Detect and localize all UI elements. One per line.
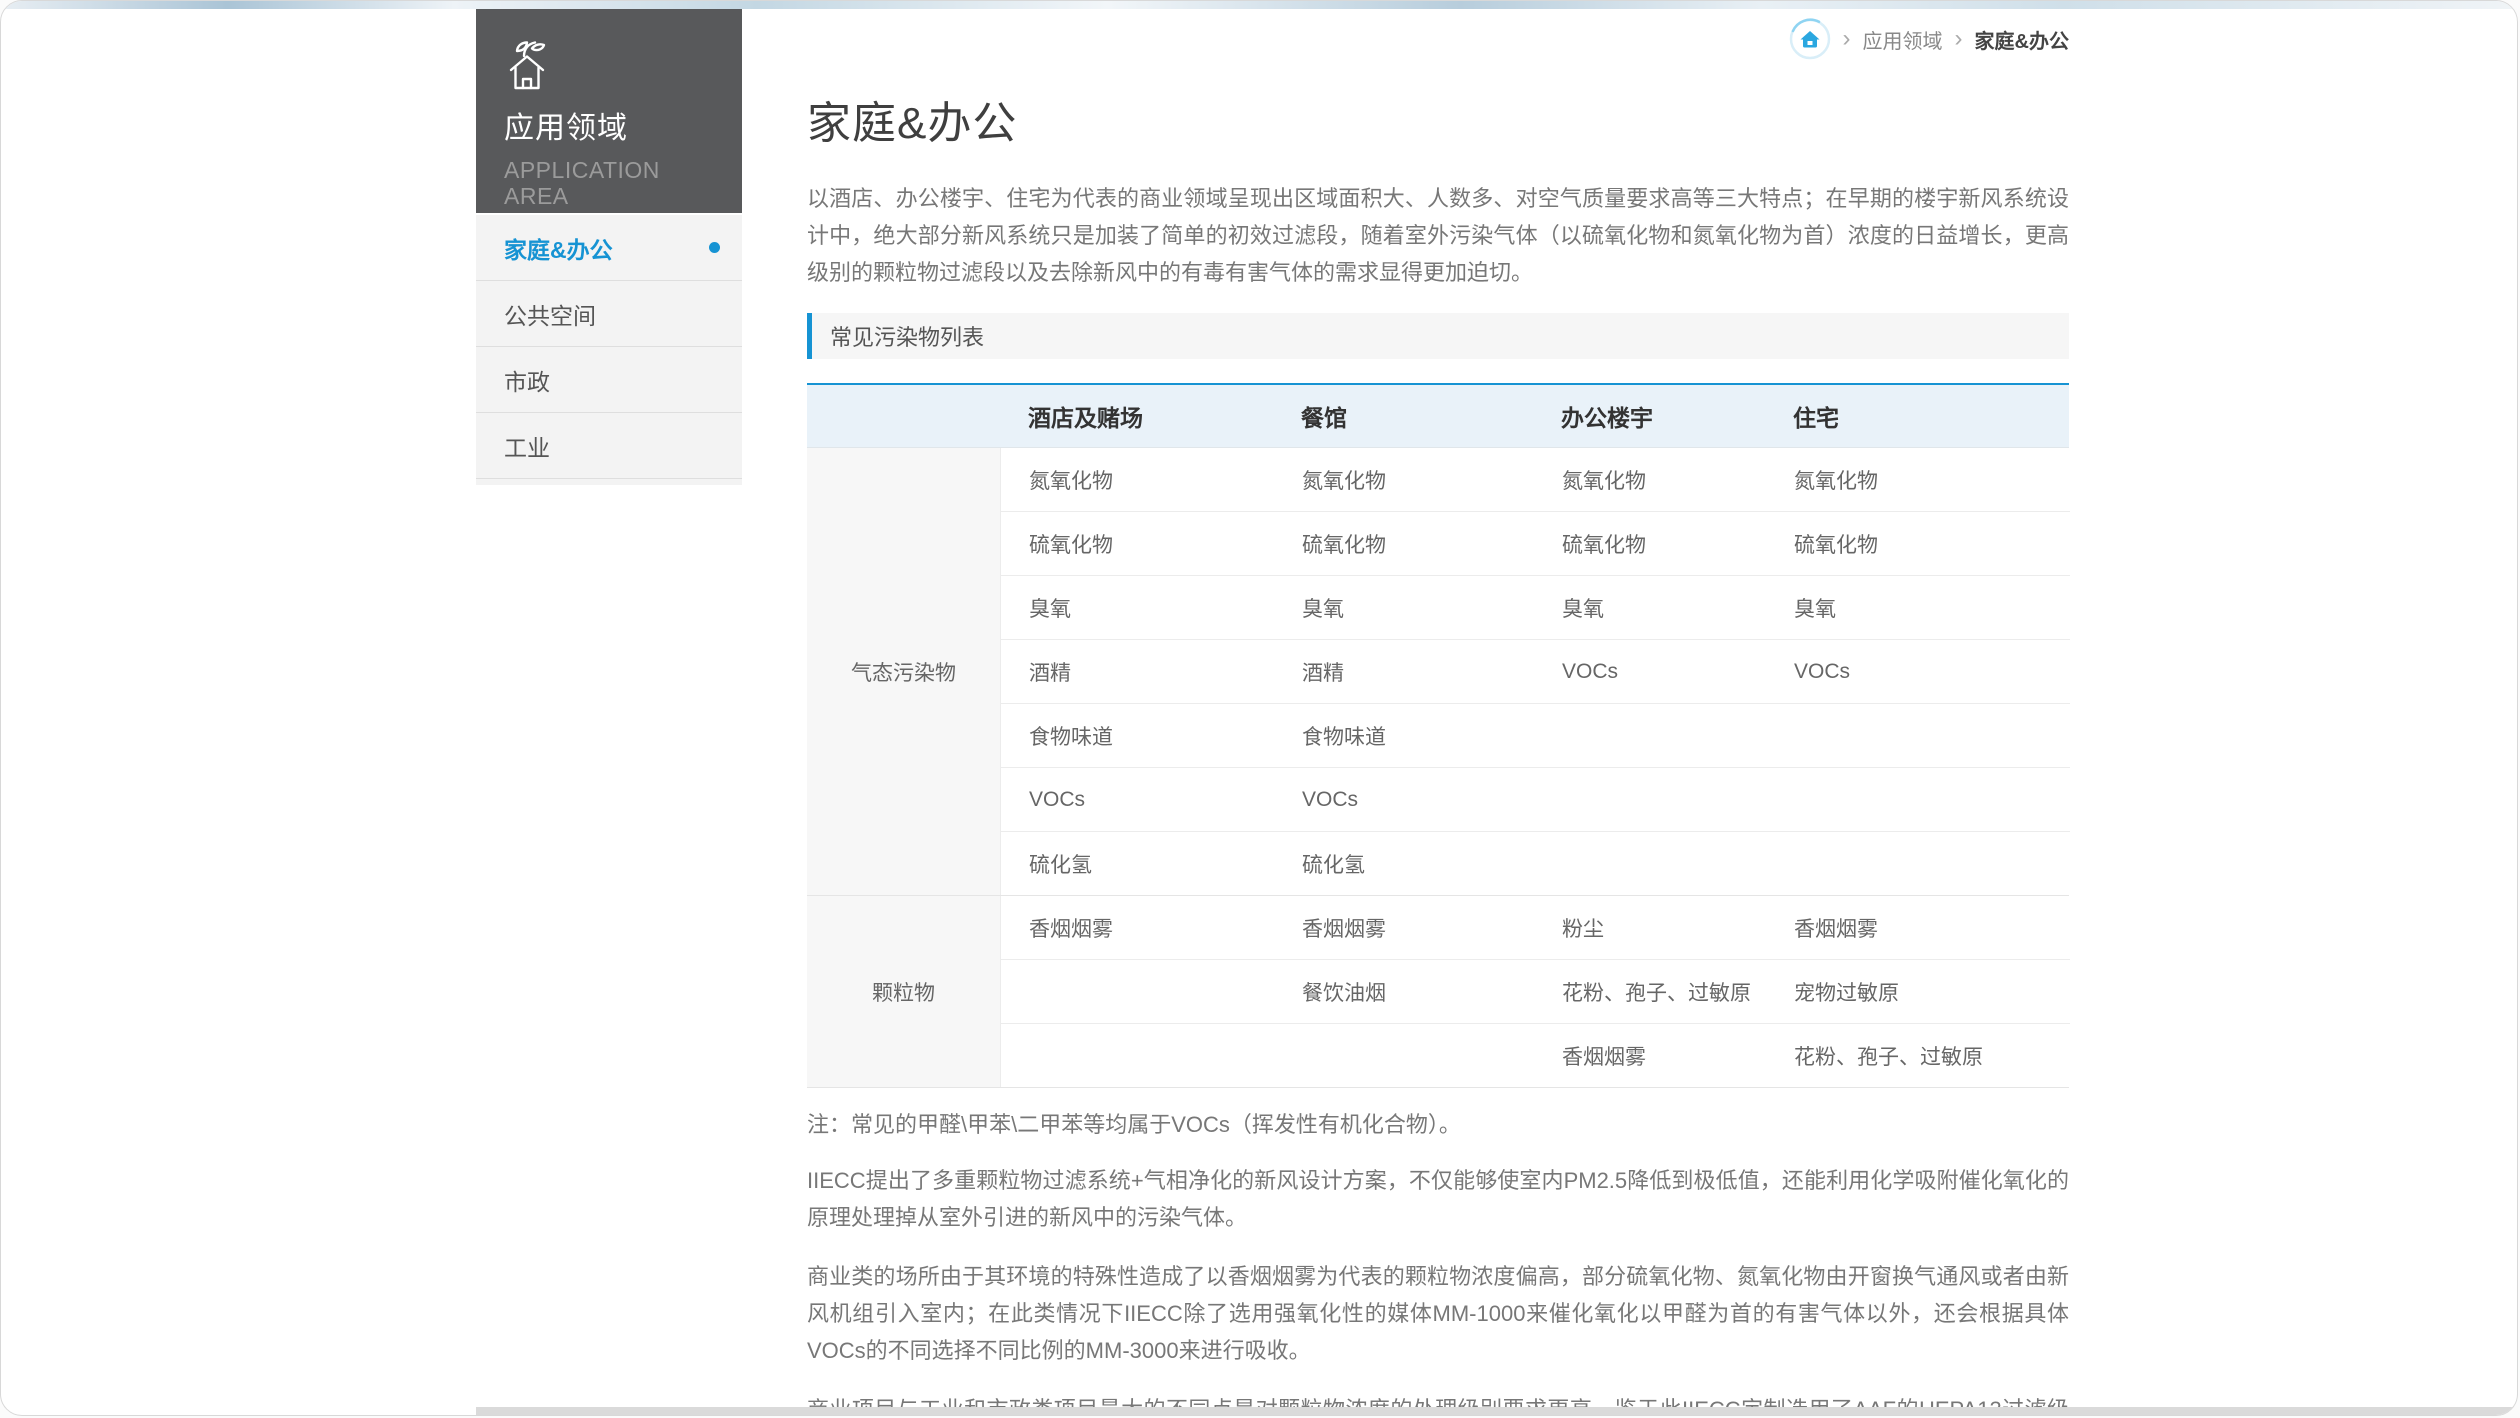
table-cell: 臭氧 <box>1534 593 1766 623</box>
table-cell: 氮氧化物 <box>1766 465 2070 495</box>
table-cell: 硫化氢 <box>1274 849 1534 879</box>
table-cell: VOCs <box>1766 660 2070 684</box>
table-group-rows: 氮氧化物氮氧化物氮氧化物氮氧化物硫氧化物硫氧化物硫氧化物硫氧化物臭氧臭氧臭氧臭氧… <box>1001 448 2070 895</box>
home-icon[interactable] <box>1789 18 1831 60</box>
footer-edge <box>476 1407 2517 1415</box>
sidebar-menu: 家庭&办公公共空间市政工业 <box>476 213 742 485</box>
sidebar-item-label: 公共空间 <box>504 297 596 331</box>
chevron-right-icon: › <box>1843 27 1851 51</box>
body-paragraph-2: 商业类的场所由于其环境的特殊性造成了以香烟烟雾为代表的颗粒物浓度偏高，部分硫氧化… <box>807 1258 2069 1369</box>
table-row: 餐饮油烟花粉、孢子、过敏原宠物过敏原 <box>1001 959 2070 1023</box>
breadcrumb: › 应用领域 › 家庭&办公 <box>807 15 2069 63</box>
table-cell: 氮氧化物 <box>1534 465 1766 495</box>
sidebar-header: 应用领域 APPLICATION AREA <box>476 9 742 213</box>
sidebar-item-label: 市政 <box>504 363 550 397</box>
table-cell: VOCs <box>1001 788 1274 812</box>
table-cell: 花粉、孢子、过敏原 <box>1534 977 1766 1007</box>
table-cell: 酒精 <box>1001 657 1274 687</box>
intro-paragraph: 以酒店、办公楼宇、住宅为代表的商业领域呈现出区域面积大、人数多、对空气质量要求高… <box>807 180 2069 291</box>
table-row: 香烟烟雾花粉、孢子、过敏原 <box>1001 1023 2070 1087</box>
leaf-house-icon <box>504 39 718 91</box>
table-row: 硫化氢硫化氢 <box>1001 831 2070 895</box>
table-cell: 食物味道 <box>1001 721 1274 751</box>
table-column-header: 办公楼宇 <box>1533 399 1765 433</box>
sidebar-item-label: 工业 <box>504 429 550 463</box>
table-cell: 宠物过敏原 <box>1766 977 2070 1007</box>
body-paragraph-1: IIECC提出了多重颗粒物过滤系统+气相净化的新风设计方案，不仅能够使室内PM2… <box>807 1162 2069 1236</box>
table-row: 硫氧化物硫氧化物硫氧化物硫氧化物 <box>1001 511 2070 575</box>
table-row: 氮氧化物氮氧化物氮氧化物氮氧化物 <box>1001 448 2070 511</box>
sidebar-item-label: 家庭&办公 <box>504 231 613 265</box>
table-cell: 硫化氢 <box>1001 849 1274 879</box>
table-cell: 臭氧 <box>1766 593 2070 623</box>
table-cell: 酒精 <box>1274 657 1534 687</box>
table-cell: VOCs <box>1534 660 1766 684</box>
table-cell: 硫氧化物 <box>1534 529 1766 559</box>
table-column-header: 酒店及赌场 <box>1000 399 1273 433</box>
table-group-0: 气态污染物氮氧化物氮氧化物氮氧化物氮氧化物硫氧化物硫氧化物硫氧化物硫氧化物臭氧臭… <box>807 448 2069 896</box>
table-cell: 硫氧化物 <box>1766 529 2070 559</box>
page: 应用领域 APPLICATION AREA 家庭&办公公共空间市政工业 › 应用… <box>0 0 2518 1416</box>
banner-bottom-edge <box>1 1 2517 9</box>
sidebar-item-home-office[interactable]: 家庭&办公 <box>476 215 742 281</box>
table-cell: 香烟烟雾 <box>1534 1041 1766 1071</box>
active-dot-icon <box>709 242 720 253</box>
table-cell: 餐饮油烟 <box>1274 977 1534 1007</box>
table-cell: 臭氧 <box>1001 593 1274 623</box>
section-header: 常见污染物列表 <box>807 313 2069 359</box>
sidebar-item-municipal[interactable]: 市政 <box>476 347 742 413</box>
table-row: 臭氧臭氧臭氧臭氧 <box>1001 575 2070 639</box>
table-row: VOCsVOCs <box>1001 767 2070 831</box>
table-cell: 香烟烟雾 <box>1766 913 2070 943</box>
sidebar-title: 应用领域 <box>504 103 718 147</box>
section-title: 常见污染物列表 <box>830 320 984 352</box>
sidebar-item-public-space[interactable]: 公共空间 <box>476 281 742 347</box>
sidebar: 应用领域 APPLICATION AREA 家庭&办公公共空间市政工业 <box>476 9 742 485</box>
breadcrumb-item-application-area[interactable]: 应用领域 <box>1863 25 1943 54</box>
table-cell: 氮氧化物 <box>1001 465 1274 495</box>
table-cell: 氮氧化物 <box>1274 465 1534 495</box>
pollutant-table: 酒店及赌场餐馆办公楼宇住宅气态污染物氮氧化物氮氧化物氮氧化物氮氧化物硫氧化物硫氧… <box>807 383 2069 1088</box>
table-column-header: 餐馆 <box>1273 399 1533 433</box>
table-cell: 粉尘 <box>1534 913 1766 943</box>
table-cell: 硫氧化物 <box>1274 529 1534 559</box>
table-group-rows: 香烟烟雾香烟烟雾粉尘香烟烟雾餐饮油烟花粉、孢子、过敏原宠物过敏原香烟烟雾花粉、孢… <box>1001 896 2070 1087</box>
table-column-header: 住宅 <box>1765 399 2069 433</box>
table-cell: 食物味道 <box>1274 721 1534 751</box>
table-cell: 香烟烟雾 <box>1001 913 1274 943</box>
table-group-label: 气态污染物 <box>807 448 1001 895</box>
table-note: 注：常见的甲醛\甲苯\二甲苯等均属于VOCs（挥发性有机化合物）。 <box>807 1110 2069 1140</box>
table-cell: 花粉、孢子、过敏原 <box>1766 1041 2070 1071</box>
chevron-right-icon: › <box>1955 27 1963 51</box>
table-row: 香烟烟雾香烟烟雾粉尘香烟烟雾 <box>1001 896 2070 959</box>
page-title: 家庭&办公 <box>807 87 2069 151</box>
sidebar-subtitle: APPLICATION AREA <box>504 157 718 209</box>
table-cell: 臭氧 <box>1274 593 1534 623</box>
table-header-row: 酒店及赌场餐馆办公楼宇住宅 <box>807 385 2069 448</box>
table-group-1: 颗粒物香烟烟雾香烟烟雾粉尘香烟烟雾餐饮油烟花粉、孢子、过敏原宠物过敏原香烟烟雾花… <box>807 896 2069 1088</box>
table-cell: 香烟烟雾 <box>1274 913 1534 943</box>
sidebar-item-industry[interactable]: 工业 <box>476 413 742 479</box>
table-cell: VOCs <box>1274 788 1534 812</box>
main-content: › 应用领域 › 家庭&办公 家庭&办公 以酒店、办公楼宇、住宅为代表的商业领域… <box>807 9 2069 1416</box>
table-cell: 硫氧化物 <box>1001 529 1274 559</box>
breadcrumb-item-current: 家庭&办公 <box>1975 25 2069 54</box>
table-group-label: 颗粒物 <box>807 896 1001 1087</box>
table-row: 食物味道食物味道 <box>1001 703 2070 767</box>
table-row: 酒精酒精VOCsVOCs <box>1001 639 2070 703</box>
